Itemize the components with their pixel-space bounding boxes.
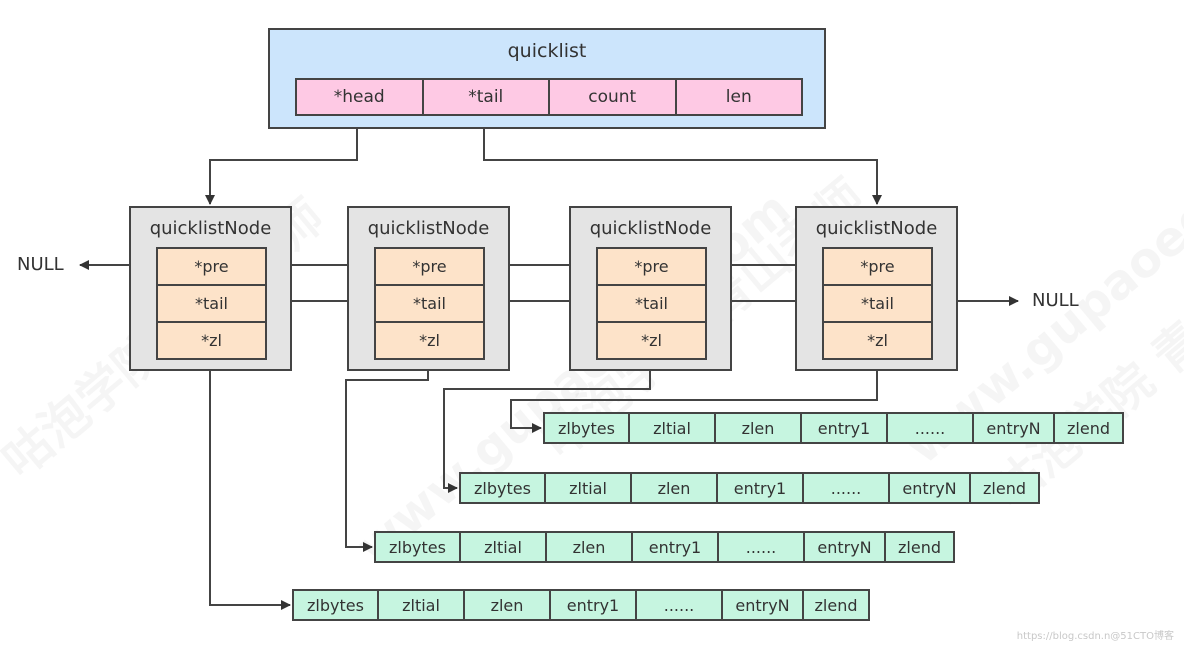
node-fields: *pre *tail *zl [822,247,933,360]
ziplist-cell-zllen: zlen [465,591,551,619]
node-title: quicklistNode [815,218,938,239]
node-title: quicklistNode [149,218,272,239]
node-field-zl: *zl [158,323,265,358]
node-field-zl: *zl [824,323,931,358]
null-left-label: NULL [17,254,64,275]
node-field-zl: *zl [598,323,705,358]
ziplist-cell-zltail: zltial [546,474,632,502]
quicklist-node-3: quicklistNode *pre *tail *zl [569,206,732,371]
node-field-tail: *tail [376,286,483,323]
ziplist-cell-entry1: entry1 [633,533,719,561]
quicklist-node-4: quicklistNode *pre *tail *zl [795,206,958,371]
node-field-tail: *tail [598,286,705,323]
ziplist-cell-zlbytes: zlbytes [376,533,461,561]
ziplist-cell-ellipsis: ...... [637,591,723,619]
ziplist-cell-ellipsis: ...... [804,474,890,502]
ziplist-node-2: zlbytes zltial zlen entry1 ...... entryN… [374,531,955,563]
ziplist-node-4: zlbytes zltial zlen entry1 ...... entryN… [543,412,1124,444]
ziplist-cell-entryN: entryN [723,591,804,619]
quicklist-field-len: len [676,80,801,114]
quicklist-node-2: quicklistNode *pre *tail *zl [347,206,510,371]
null-right-label: NULL [1032,290,1079,311]
quicklist-field-count: count [550,80,677,114]
ziplist-cell-zlend: zlend [1055,414,1122,442]
zl-arrow-1 [209,371,291,610]
ziplist-node-3: zlbytes zltial zlen entry1 ...... entryN… [459,472,1040,504]
node-field-pre: *pre [824,249,931,286]
quicklist-fields: *head *tail count len [295,78,803,116]
node-fields: *pre *tail *zl [596,247,707,360]
ziplist-cell-entryN: entryN [890,474,971,502]
ziplist-cell-zlbytes: zlbytes [294,591,379,619]
node-field-pre: *pre [158,249,265,286]
ziplist-cell-entryN: entryN [974,414,1055,442]
ziplist-cell-ellipsis: ...... [719,533,805,561]
quicklist-field-tail: *tail [423,80,550,114]
ziplist-cell-entry1: entry1 [551,591,637,619]
node-field-zl: *zl [376,323,483,358]
ziplist-cell-entry1: entry1 [802,414,888,442]
node-title: quicklistNode [589,218,712,239]
ziplist-cell-entry1: entry1 [718,474,804,502]
node-field-tail: *tail [824,286,931,323]
quicklist-node-1: quicklistNode *pre *tail *zl [129,206,292,371]
source-footer: https://blog.csdn.n@51CTO博客 [1016,631,1174,642]
ziplist-cell-zltail: zltial [630,414,716,442]
ziplist-cell-zllen: zlen [716,414,802,442]
ziplist-cell-zllen: zlen [632,474,718,502]
ziplist-cell-ellipsis: ...... [888,414,974,442]
ziplist-cell-zlbytes: zlbytes [545,414,630,442]
node-field-pre: *pre [376,249,483,286]
quicklist-title: quicklist [507,40,587,62]
ziplist-cell-zltail: zltial [461,533,547,561]
zl-arrow-2 [345,371,429,552]
ziplist-cell-zlend: zlend [971,474,1038,502]
ziplist-cell-zlend: zlend [886,533,953,561]
node-fields: *pre *tail *zl [156,247,267,360]
ziplist-cell-zltail: zltial [379,591,465,619]
ziplist-cell-entryN: entryN [805,533,886,561]
ziplist-node-1: zlbytes zltial zlen entry1 ...... entryN… [292,589,870,621]
ziplist-cell-zlend: zlend [804,591,868,619]
ziplist-cell-zlbytes: zlbytes [461,474,546,502]
node-field-tail: *tail [158,286,265,323]
quicklist-struct: quicklist *head *tail count len [268,28,826,129]
node-field-pre: *pre [598,249,705,286]
node-title: quicklistNode [367,218,490,239]
node-fields: *pre *tail *zl [374,247,485,360]
ziplist-cell-zllen: zlen [547,533,633,561]
quicklist-field-head: *head [297,80,424,114]
